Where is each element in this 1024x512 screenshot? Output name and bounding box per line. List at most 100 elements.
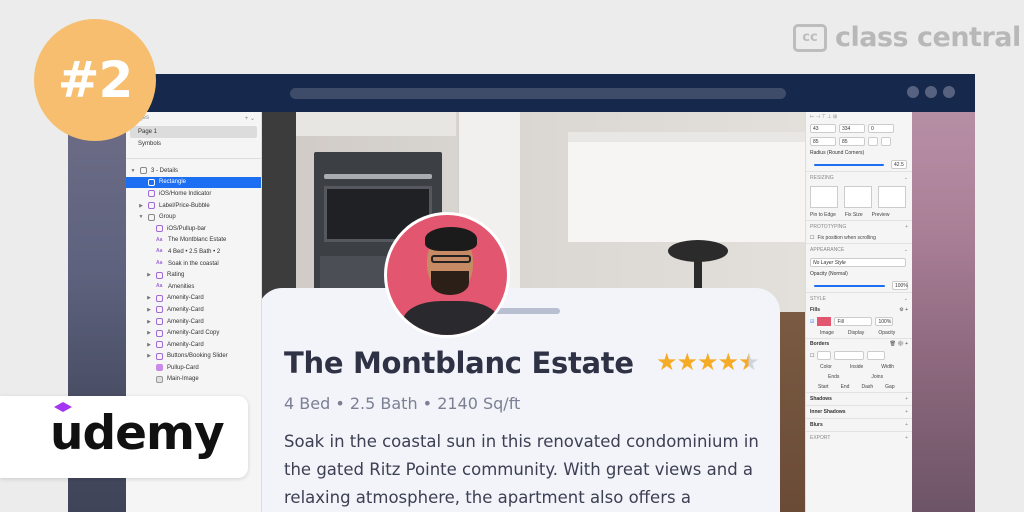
fill-image-swatch[interactable] (817, 317, 832, 326)
disclosure-arrow-icon[interactable]: ▶ (146, 353, 152, 359)
disclosure-arrow-icon[interactable]: ▼ (138, 214, 144, 220)
layer-row[interactable]: ▶ Amenity-Card (126, 293, 261, 305)
checkbox-icon[interactable]: ☐ (810, 235, 814, 241)
disclosure-arrow-icon[interactable]: ▶ (146, 330, 152, 336)
layer-row[interactable]: ▼ 3 - Details (126, 165, 261, 177)
border-color-swatch[interactable] (817, 351, 832, 360)
cc-logo-icon: cc (793, 23, 827, 52)
layer-row[interactable]: ▶ Amenity-Card Copy (126, 327, 261, 339)
x-field[interactable]: 43 (810, 124, 836, 133)
add-page-icon[interactable]: + ⌄ (245, 115, 255, 123)
layer-label: Amenity-Card (167, 318, 204, 325)
opacity-field[interactable]: 100% (892, 281, 908, 290)
radius-slider[interactable] (814, 163, 884, 166)
rating-stars: ★★★★★ (656, 348, 760, 376)
disclosure-arrow-icon[interactable]: ▶ (146, 307, 152, 313)
checkbox-icon[interactable]: ☐ (810, 353, 814, 359)
address-bar[interactable] (290, 88, 786, 99)
disclosure-arrow-icon[interactable]: ▶ (146, 319, 152, 325)
symbol-icon (156, 318, 163, 326)
resizing-section[interactable]: RESIZING ⌄ (806, 171, 912, 184)
resize-labels: Pin to Edge Fix Size Preview (806, 210, 912, 220)
window-dot-icon[interactable] (943, 86, 955, 98)
layer-row[interactable]: ▶ Label/Price-Bubble (126, 200, 261, 212)
fix-size-control[interactable] (844, 186, 872, 208)
add-fill-icon[interactable]: ⚙ + (899, 307, 908, 313)
appearance-section[interactable]: APPEARANCE ⌄ (806, 243, 912, 256)
checkbox-icon[interactable]: ☑ (810, 319, 814, 325)
radius-row: 42.5 (806, 158, 912, 171)
radius-field[interactable]: 42.5 (891, 160, 907, 169)
add-icon: + (905, 396, 908, 402)
layer-row[interactable]: Aa The Montblanc Estate (126, 235, 261, 247)
rotation-field[interactable]: 0 (868, 124, 894, 133)
inner-shadows-section[interactable]: Inner Shadows + (806, 405, 912, 418)
height-field[interactable]: 85 (839, 137, 865, 146)
layer-row[interactable]: Aa Amenities (126, 281, 261, 293)
layer-style-select[interactable]: No Layer Style (810, 258, 906, 267)
pullup-card[interactable]: The Montblanc Estate ★★★★★ 4 Bed • 2.5 B… (262, 212, 780, 512)
layer-label: Pullup-Card (167, 364, 199, 371)
border-position-control[interactable] (834, 351, 865, 360)
layer-row[interactable]: ▶ Amenity-Card (126, 339, 261, 351)
export-section[interactable]: EXPORT + (806, 431, 912, 444)
layer-label: Amenities (168, 283, 195, 290)
width-field[interactable]: 85 (810, 137, 836, 146)
pin-to-edge-control[interactable] (810, 186, 838, 208)
inspector-panel: ⊢ ⊣ ⊤ ⊥ ⊞ 43 334 0 85 85 Radius (Round C… (805, 112, 912, 512)
style-title: STYLE (810, 296, 826, 302)
add-icon: + (905, 224, 908, 230)
layer-row[interactable]: ▶ Rating (126, 269, 261, 281)
y-field[interactable]: 334 (839, 124, 865, 133)
layer-row[interactable]: ▶ Amenity-Card (126, 316, 261, 328)
layer-row[interactable]: Main-Image (126, 374, 261, 386)
fill-opacity-field[interactable]: 100% (875, 317, 894, 326)
borders-header: Borders 🗑 ⚙ + (806, 338, 912, 349)
disclosure-arrow-icon[interactable]: ▼ (130, 168, 136, 174)
prototyping-section[interactable]: PROTOTYPING + (806, 220, 912, 233)
shadows-section[interactable]: Shadows + (806, 392, 912, 405)
page-item[interactable]: Page 1 (130, 126, 257, 138)
layer-label: Buttons/Booking Slider (167, 353, 228, 360)
fill-mode-select[interactable]: Fill (834, 317, 873, 326)
layer-row[interactable]: ▶ Buttons/Booking Slider (126, 351, 261, 363)
property-description: Soak in the coastal sun in this renovate… (284, 432, 759, 507)
disclosure-arrow-icon[interactable]: ▶ (138, 203, 144, 209)
layer-label: The Montblanc Estate (168, 237, 227, 244)
border-actions-icon[interactable]: 🗑 ⚙ + (890, 341, 908, 347)
layer-row[interactable]: Aa Soak in the coastal (126, 258, 261, 270)
avatar-hair (425, 227, 477, 251)
fix-position-row[interactable]: ☐ Fix position when scrolling (806, 233, 912, 243)
half-star-icon: ★ (738, 348, 759, 376)
layer-row[interactable]: ▶ Amenity-Card (126, 304, 261, 316)
disclosure-arrow-icon[interactable]: ▶ (146, 342, 152, 348)
border-width-field[interactable] (867, 351, 886, 360)
property-title: The Montblanc Estate (284, 346, 634, 380)
lock-icon[interactable] (868, 137, 878, 146)
page-item[interactable]: Symbols (130, 138, 257, 150)
design-canvas[interactable]: The Montblanc Estate ★★★★★ 4 Bed • 2.5 B… (262, 112, 805, 512)
layer-row[interactable]: Pullup-Card (126, 362, 261, 374)
blurs-section[interactable]: Blurs + (806, 418, 912, 431)
disclosure-arrow-icon[interactable]: ▶ (146, 295, 152, 301)
layer-row[interactable]: Rectangle (126, 176, 261, 189)
kitchen-counter (296, 112, 456, 136)
layer-row[interactable]: iOS/Pullup-bar (126, 223, 261, 235)
layer-row[interactable]: Aa 4 Bed • 2.5 Bath • 2 (126, 246, 261, 258)
flip-icon[interactable] (881, 137, 891, 146)
layer-label: Amenity-Card (167, 341, 204, 348)
style-section[interactable]: STYLE ⌄ (806, 292, 912, 305)
disclosure-arrow-icon[interactable]: ▶ (146, 272, 152, 278)
layer-row[interactable]: ▼ Group (126, 211, 261, 223)
window-dot-icon[interactable] (907, 86, 919, 98)
layer-row[interactable]: iOS/Home Indicator (126, 188, 261, 200)
layer-label: Amenity-Card (167, 306, 204, 313)
chevron-icon: ⌄ (903, 296, 908, 302)
export-title: EXPORT (810, 435, 831, 441)
preview-control (878, 186, 906, 208)
window-dot-icon[interactable] (925, 86, 937, 98)
symbol-icon (148, 202, 155, 210)
align-icon[interactable]: ⊢ ⊣ ⊤ ⊥ ⊞ (810, 114, 837, 120)
opacity-slider[interactable] (814, 284, 885, 287)
dash-labels-row: Start End Dash Gap (806, 382, 912, 392)
